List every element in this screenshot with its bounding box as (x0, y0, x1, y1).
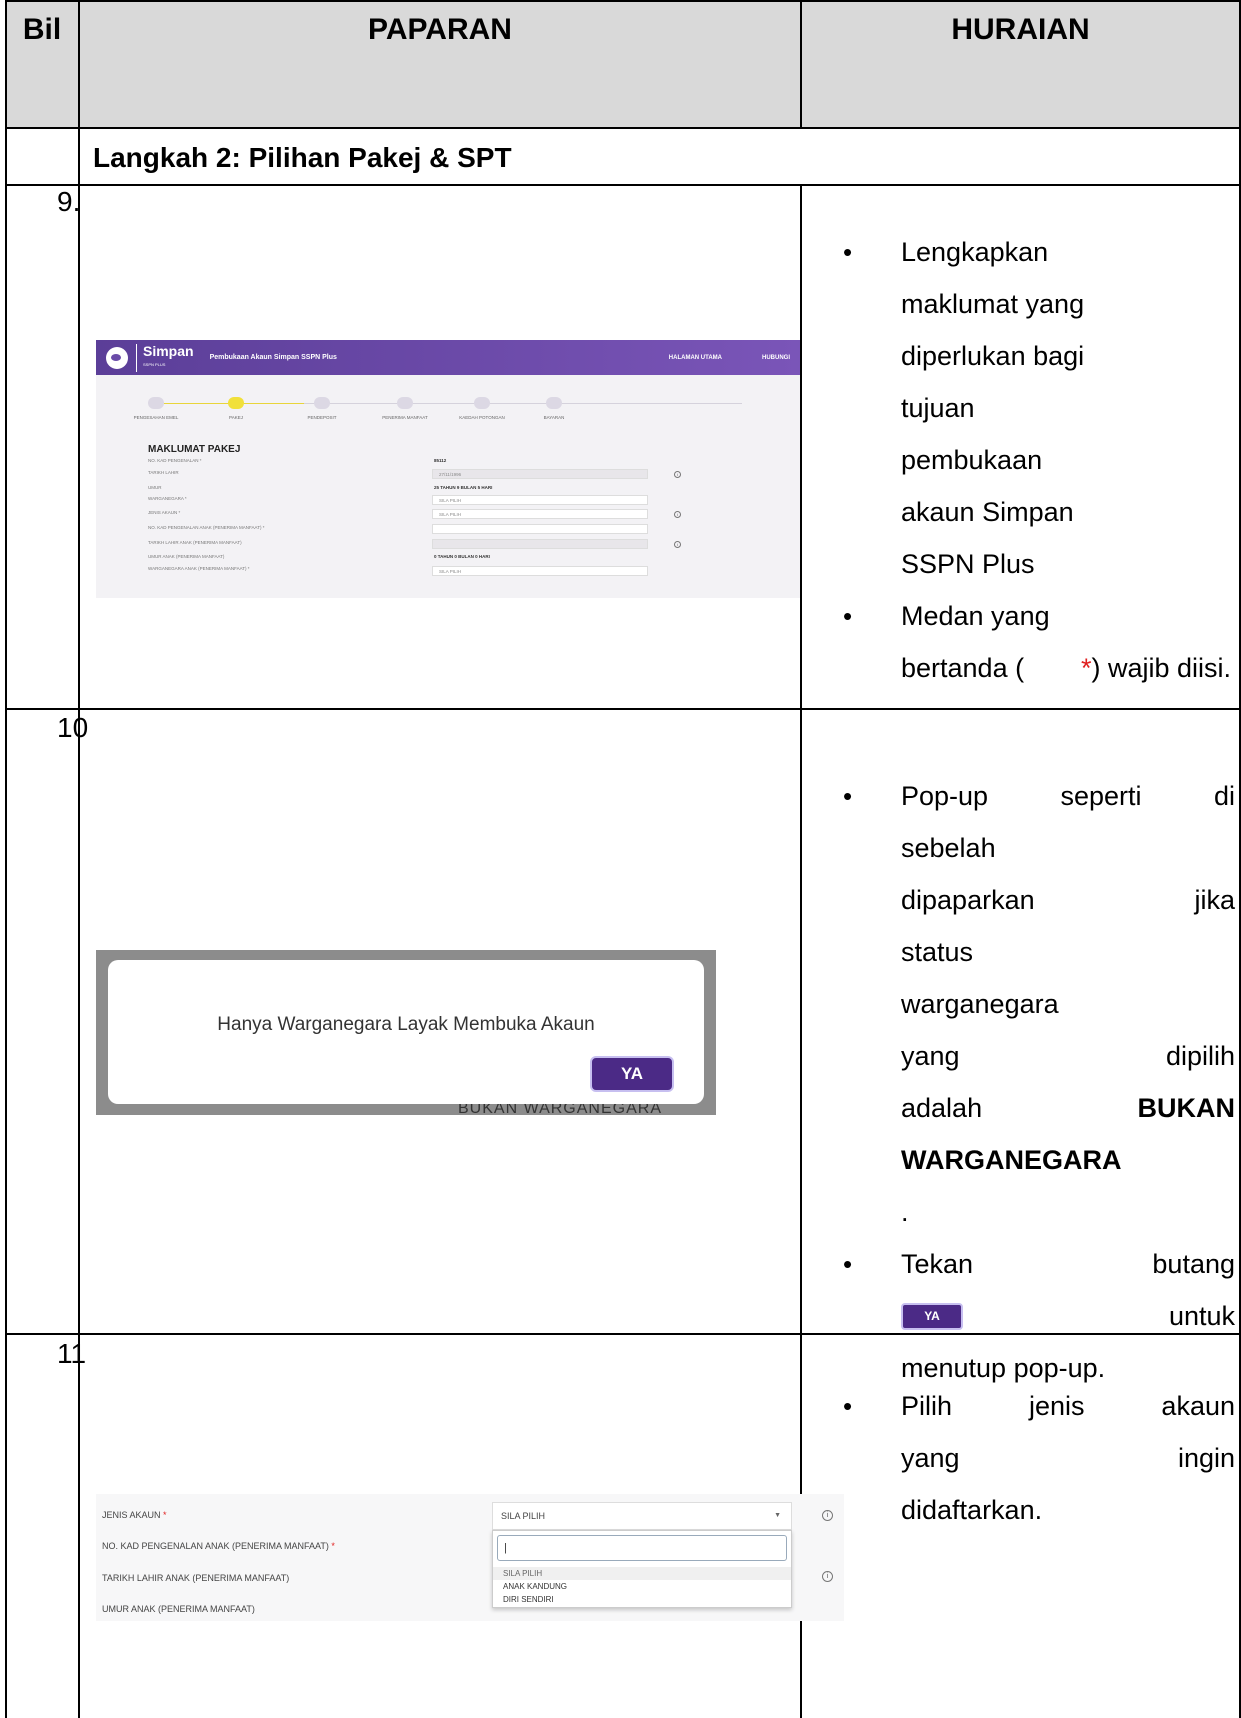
field-label: UMUR ANAK (PENERIMA MANFAAT) (102, 1604, 255, 1614)
birthdate-field[interactable]: 27/11/1996 (432, 469, 648, 479)
bullet-item: Tekan butang YAuntuk menutup pop-up. (843, 1238, 1235, 1394)
field-label: UMUR (148, 485, 162, 490)
screenshot-jenis-akaun-dropdown: JENIS AKAUN * NO. KAD PENGENALAN ANAK (P… (96, 1494, 844, 1621)
jenis-akaun-select[interactable]: SILA PILIH ▼ (492, 1502, 792, 1530)
package-icon (228, 397, 244, 409)
nav-hubungi[interactable]: HUBUNGI (762, 355, 790, 361)
field-label: NO. KAD PENGENALAN * (148, 458, 202, 463)
form-title: MAKLUMAT PAKEJ (148, 444, 241, 455)
email-icon (148, 397, 164, 409)
field-label: WARGANEGARA * (148, 496, 187, 501)
info-icon[interactable]: i (822, 1571, 833, 1582)
jenis-akaun-select[interactable]: SILA PILIH (432, 509, 648, 519)
step-penerima-manfaat: PENERIMA MANFAAT (365, 397, 445, 420)
instruction-table: Bil PAPARAN HURAIAN Langkah 2: Pilihan P… (5, 0, 1241, 1718)
info-icon[interactable]: i (674, 541, 681, 548)
nav-halaman-utama[interactable]: HALAMAN UTAMA (669, 355, 722, 361)
birthdate-anak-field[interactable] (432, 539, 648, 549)
ya-button[interactable]: YA (590, 1056, 674, 1092)
screenshot-maklumat-pakej: Simpan SSPN PLUS Pembukaan Akaun Simpan S… (96, 340, 800, 598)
age-anak-value: 0 TAHUN 0 BULAN 0 HARI (434, 554, 490, 559)
grid-line (78, 0, 80, 1718)
field-label: UMUR ANAK (PENERIMA MANFAAT) (148, 554, 225, 559)
header-huraian: HURAIAN (802, 1, 1239, 127)
top-nav: HALAMAN UTAMA HUBUNGI (669, 355, 800, 361)
step-pakej: PAKEJ (196, 397, 276, 420)
page-title: Pembukaan Akaun Simpan SSPN Plus (209, 354, 337, 361)
dropdown-option[interactable]: DIRI SENDIRI (493, 1593, 791, 1606)
caret-down-icon: ▼ (774, 1512, 781, 1519)
row-number: 11 (57, 1338, 87, 1369)
step-pengesahan-emel: PENGESAHAN EMEL (116, 397, 196, 420)
bullet-item: Pilih jenis akaun yang ingin didaftarkan… (843, 1380, 1235, 1536)
simpan-logo-icon (106, 346, 128, 369)
grid-line (800, 0, 802, 128)
grid-line (800, 184, 802, 1718)
section-title: Langkah 2: Pilihan Pakej & SPT (93, 142, 512, 173)
ic-value: 85112 (434, 458, 447, 463)
field-label: WARGANEGARA ANAK (PENERIMA MANFAAT) * (148, 566, 250, 571)
warganegara-anak-select[interactable]: SILA PILIH (432, 566, 648, 576)
row-11-description: Pilih jenis akaun yang ingin didaftarkan… (843, 1380, 1235, 1536)
grid-line (5, 127, 1241, 129)
step-bayaran: BAYARAN (514, 397, 594, 420)
app-header: Simpan SSPN PLUS Pembukaan Akaun Simpan S… (96, 340, 800, 375)
step-kaedah-potongan: KAEDAH POTONGAN (442, 397, 522, 420)
header-bil: Bil (6, 1, 78, 127)
brand: Simpan SSPN PLUS (136, 343, 194, 372)
grid-line (5, 708, 1241, 710)
row-10-description: Pop-up seperti di sebelah dipaparkan jik… (843, 770, 1235, 1394)
progress-stepper: PENGESAHAN EMEL PAKEJ PENDEPOSIT PENERIM… (134, 397, 742, 427)
field-label: TARIKH LAHIR ANAK (PENERIMA MANFAAT) (102, 1573, 290, 1583)
info-icon[interactable]: i (822, 1510, 833, 1521)
ya-button-sample: YA (901, 1302, 963, 1330)
row-9-description: Lengkapkan maklumat yang diperlukan bagi… (843, 226, 1235, 694)
grid-line (5, 0, 7, 1718)
field-label: TARIKH LAHIR ANAK (PENERIMA MANFAAT) (148, 540, 242, 545)
info-icon[interactable]: i (674, 471, 681, 478)
grid-line (5, 184, 1241, 186)
popup-dialog: Hanya Warganegara Layak Membuka Akaun YA (108, 960, 704, 1104)
ic-anak-field[interactable] (432, 524, 648, 534)
dropdown-menu: | SILA PILIH ANAK KANDUNG DIRI SENDIRI (492, 1530, 792, 1608)
beneficiary-icon (397, 397, 413, 409)
grid-line (5, 0, 1241, 2)
age-value: 25 TAHUN 9 BULAN 5 HARI (434, 485, 493, 490)
bullet-item: Pop-up seperti di sebelah dipaparkan jik… (843, 770, 1235, 1238)
bullet-item: Lengkapkan maklumat yang diperlukan bagi… (843, 226, 1165, 590)
info-icon[interactable]: i (674, 511, 681, 518)
dropdown-option[interactable]: SILA PILIH (493, 1567, 791, 1580)
dropdown-option[interactable]: ANAK KANDUNG (493, 1580, 791, 1593)
dropdown-search-input[interactable]: | (497, 1535, 787, 1561)
payment-icon (546, 397, 562, 409)
calendar-icon (474, 397, 490, 409)
step-pendeposit: PENDEPOSIT (282, 397, 362, 420)
bullet-item: Medan yang bertanda (*) wajib diisi. (843, 590, 1235, 694)
header-paparan: PAPARAN (80, 1, 800, 127)
popup-message: Hanya Warganegara Layak Membuka Akaun (217, 1014, 595, 1035)
deposit-icon (314, 397, 330, 409)
warganegara-select[interactable]: SILA PILIH (432, 495, 648, 505)
row-number: 10 (57, 712, 89, 743)
row-number: 9. (57, 186, 81, 217)
field-label: JENIS AKAUN * (102, 1510, 167, 1520)
field-label: NO. KAD PENGENALAN ANAK (PENERIMA MANFAA… (148, 525, 265, 530)
screenshot-popup: BUKAN WARGANEGARA Hanya Warganegara Laya… (96, 950, 716, 1115)
field-label: JENIS AKAUN * (148, 510, 181, 515)
field-label: NO. KAD PENGENALAN ANAK (PENERIMA MANFAA… (102, 1541, 335, 1551)
field-label: TARIKH LAHIR (148, 470, 179, 475)
